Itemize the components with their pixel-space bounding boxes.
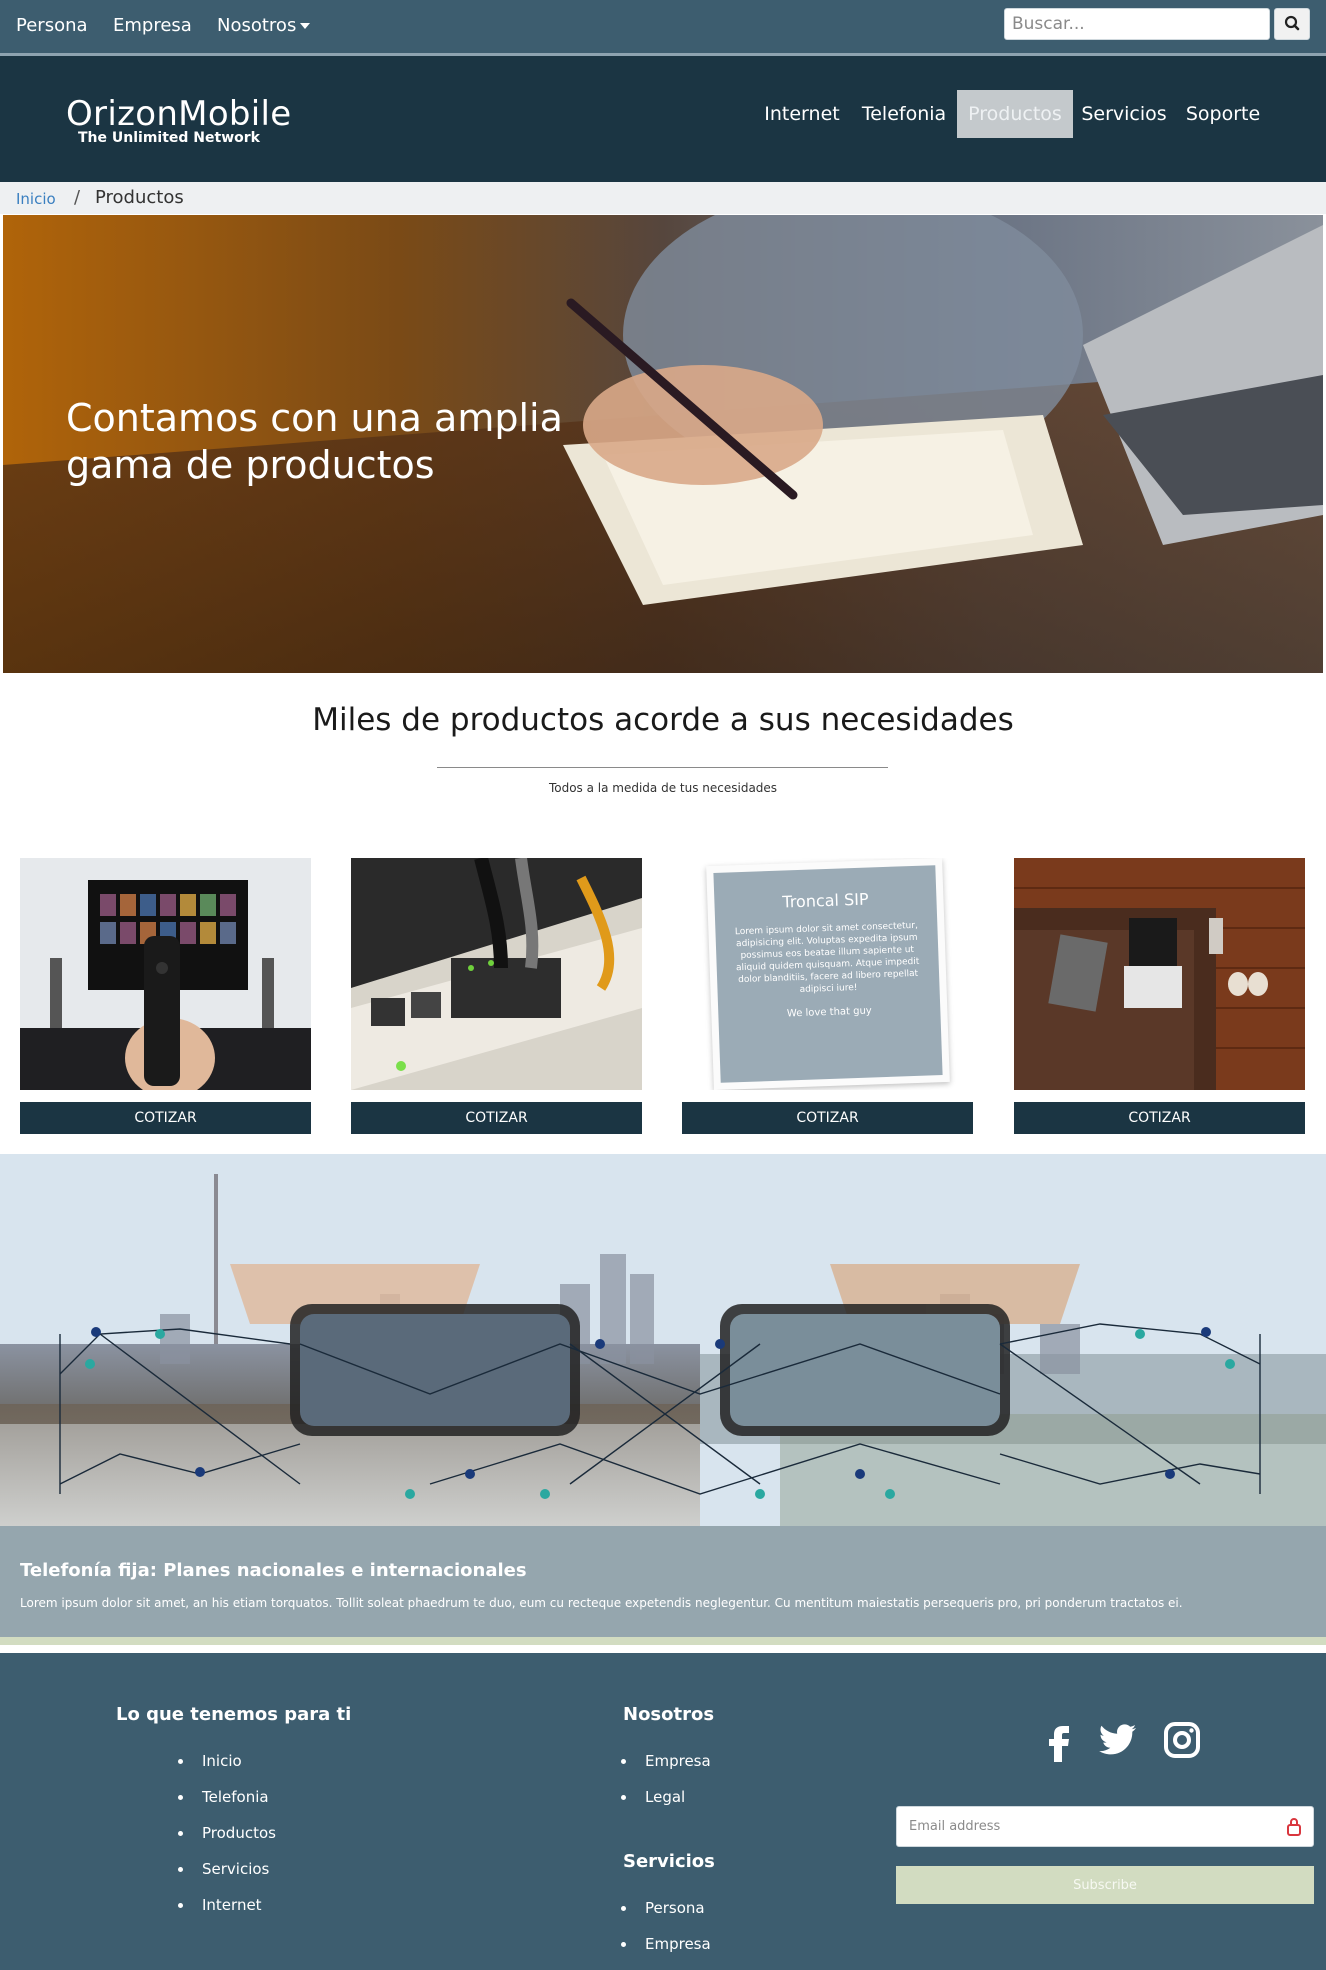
topnav-nosotros-dropdown[interactable]: Nosotros	[217, 15, 311, 36]
product-card-troncal-sip[interactable]: Troncal SIP Lorem ipsum dolor sit amet c…	[682, 858, 973, 1090]
twitter-icon[interactable]	[1096, 1718, 1140, 1762]
top-bar: Persona Empresa Nosotros	[0, 0, 1326, 56]
nav-internet[interactable]: Internet	[758, 90, 846, 138]
footer-link-internet[interactable]: Internet	[178, 1895, 276, 1931]
search-input[interactable]	[1004, 8, 1270, 40]
cotizar-button-3[interactable]: COTIZAR	[682, 1102, 973, 1134]
breadcrumb-separator: /	[74, 187, 81, 208]
footer-link-servicios[interactable]: Servicios	[178, 1859, 276, 1895]
cotizar-button-1[interactable]: COTIZAR	[20, 1102, 311, 1134]
section-subtitle: Todos a la medida de tus necesidades	[548, 781, 778, 795]
lock-icon	[1287, 1818, 1301, 1836]
caret-down-icon	[300, 23, 311, 29]
subscribe-button[interactable]: Subscribe	[896, 1866, 1314, 1904]
laptop-sofa-photo	[1014, 858, 1305, 1090]
nav-telefonia[interactable]: Telefonia	[856, 90, 952, 138]
banner-caption: Telefonía fija: Planes nacionales e inte…	[0, 1526, 1326, 1645]
footer-col3-list: Persona Empresa	[621, 1898, 711, 1970]
footer-link-telefonia[interactable]: Telefonia	[178, 1787, 276, 1823]
troncal-sip-text: Lorem ipsum dolor sit amet consectetur, …	[734, 920, 920, 995]
troncal-sip-card-inner: Troncal SIP Lorem ipsum dolor sit amet c…	[713, 865, 943, 1083]
search-button[interactable]	[1274, 8, 1310, 40]
search-icon	[1284, 15, 1300, 31]
nav-productos[interactable]: Productos	[957, 90, 1073, 138]
footer-link-inicio[interactable]: Inicio	[178, 1751, 276, 1787]
troncal-sip-card-frame: Troncal SIP Lorem ipsum dolor sit amet c…	[706, 858, 950, 1090]
troncal-sip-footer: We love that guy	[786, 1005, 872, 1020]
footer-col3-heading: Servicios	[623, 1851, 715, 1872]
email-input[interactable]	[896, 1806, 1314, 1847]
troncal-sip-title: Troncal SIP	[782, 889, 869, 912]
footer-link-empresa-2[interactable]: Empresa	[621, 1934, 711, 1970]
brand-logo[interactable]: OrizonMobile	[66, 94, 292, 134]
hero-banner: Contamos con una amplia gama de producto…	[3, 215, 1323, 673]
footer-col1-heading: Lo que tenemos para ti	[116, 1704, 352, 1725]
section-divider	[437, 767, 888, 768]
breadcrumb-home-link[interactable]: Inicio	[16, 190, 56, 208]
nav-soporte[interactable]: Soporte	[1180, 90, 1266, 138]
footer-link-productos[interactable]: Productos	[178, 1823, 276, 1859]
product-card-network-image[interactable]	[351, 858, 642, 1090]
telefonia-banner-image	[0, 1154, 1326, 1528]
cotizar-button-4[interactable]: COTIZAR	[1014, 1102, 1305, 1134]
footer-link-legal[interactable]: Legal	[621, 1787, 711, 1823]
topnav-empresa-link[interactable]: Empresa	[113, 15, 192, 36]
tv-remote-photo	[20, 858, 311, 1090]
banner-text: Lorem ipsum dolor sit amet, an his etiam…	[20, 1596, 1183, 1610]
product-card-laptop-image[interactable]	[1014, 858, 1305, 1090]
instagram-icon[interactable]	[1160, 1718, 1204, 1762]
footer-col2-heading: Nosotros	[623, 1704, 715, 1725]
banner-title: Telefonía fija: Planes nacionales e inte…	[20, 1560, 527, 1581]
facebook-icon[interactable]	[1038, 1718, 1082, 1762]
topnav-persona-link[interactable]: Persona	[16, 15, 88, 36]
breadcrumb-current: Productos	[95, 187, 184, 208]
footer-col2-list: Empresa Legal	[621, 1751, 711, 1823]
city-network-illustration	[0, 1154, 1326, 1528]
product-card-tv-image[interactable]	[20, 858, 311, 1090]
nav-servicios[interactable]: Servicios	[1078, 90, 1170, 138]
footer-col1-list: Inicio Telefonia Productos Servicios Int…	[178, 1751, 276, 1931]
footer-link-empresa[interactable]: Empresa	[621, 1751, 711, 1787]
footer-link-persona[interactable]: Persona	[621, 1898, 711, 1934]
cotizar-button-2[interactable]: COTIZAR	[351, 1102, 642, 1134]
section-title: Miles de productos acorde a sus necesida…	[312, 702, 1014, 738]
topnav-nosotros-label: Nosotros	[217, 15, 297, 36]
brand-tagline: The Unlimited Network	[78, 130, 260, 146]
hero-title: Contamos con una amplia gama de producto…	[66, 396, 563, 487]
network-switch-photo	[351, 858, 642, 1090]
breadcrumb: Inicio / Productos	[0, 182, 1326, 214]
